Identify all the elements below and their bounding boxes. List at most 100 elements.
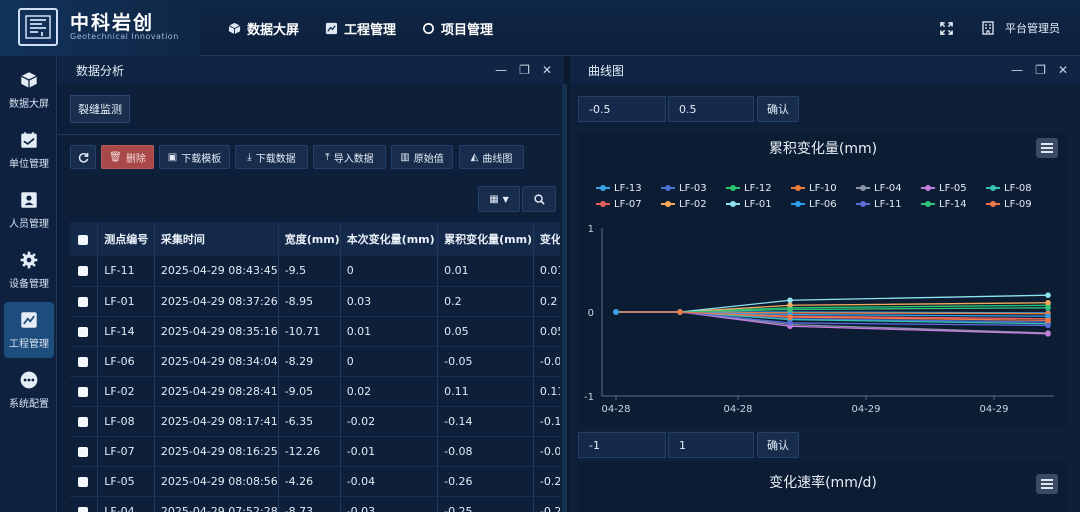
nav-item-data-screen[interactable]: 数据大屏 (228, 19, 299, 38)
row-checkbox[interactable] (70, 436, 99, 467)
nav-item-item-mgmt[interactable]: 项目管理 (422, 19, 493, 38)
curve-chart-button[interactable]: ◭ 曲线图 (459, 145, 524, 169)
top-header: 中科岩创 Geotechnical Innovation 数据大屏 工程管理 项… (0, 0, 1080, 56)
table-cell: 0.2 (437, 286, 534, 317)
download-template-button[interactable]: ▣ 下载模板 (159, 145, 230, 169)
row-checkbox[interactable] (70, 316, 99, 347)
download-data-label: 下载数据 (255, 153, 296, 165)
sidebar-item-device-mgmt[interactable]: 设备管理 (4, 242, 54, 298)
range-max-input[interactable]: 0.5 (668, 96, 754, 122)
col-header[interactable]: 变化 (533, 222, 560, 256)
download-icon: ⤓ (247, 151, 252, 163)
row-checkbox[interactable] (70, 466, 99, 497)
sidebar-item-project-mgmt[interactable]: 工程管理 (4, 302, 54, 358)
table-row[interactable]: LF-02 2025-04-29 08:28:41 -9.05 0.02 0.11 0.1… (70, 376, 560, 407)
table-cell: 0.11 (437, 376, 534, 407)
minimize-icon[interactable]: — (495, 63, 507, 77)
table-row[interactable]: LF-07 2025-04-29 08:16:25 -12.26 -0.01 -0.08… (70, 436, 560, 467)
table-cell: -0.05 (437, 346, 534, 377)
panel-title: 数据分析 — ❐ ✕ (58, 56, 564, 84)
data-point (1045, 317, 1051, 324)
table-cell: 0.02 (340, 376, 439, 407)
table-row[interactable]: LF-05 2025-04-29 08:08:56 -4.26 -0.04 -0.26-… (70, 466, 560, 497)
table-cell: 0 (340, 346, 439, 377)
select-all-checkbox[interactable] (70, 222, 99, 256)
table-cell: LF-04 (97, 496, 155, 512)
user-name: 平台管理员 (1005, 22, 1060, 35)
table-cell: -6.35 (278, 406, 341, 437)
range-min-input[interactable]: -0.5 (578, 96, 666, 122)
table-cell: 0.05 (533, 316, 560, 347)
row-checkbox[interactable] (70, 406, 99, 437)
data-point (787, 297, 793, 304)
table-cell: LF-11 (97, 256, 155, 287)
row-checkbox[interactable] (70, 286, 99, 317)
curve-chart-label: 曲线图 (482, 153, 513, 165)
table-cell: -0.26 (437, 466, 534, 497)
table-cell: 0.05 (437, 316, 534, 347)
columns-toggle-button[interactable]: ▦ ▼ (478, 186, 520, 212)
raw-values-button[interactable]: ▥ 原始值 (391, 145, 453, 169)
table-cell: 0.2 (533, 286, 560, 317)
table-cell: -9.05 (278, 376, 341, 407)
sidebar-item-data-screen[interactable]: 数据大屏 (4, 62, 54, 118)
nav-label: 数据大屏 (247, 22, 300, 38)
col-header[interactable]: 测点编号 (97, 222, 155, 256)
download-data-button[interactable]: ⤓ 下载数据 (235, 145, 308, 169)
fullscreen-icon[interactable] (940, 21, 953, 35)
table-cell: LF-06 (97, 346, 155, 377)
scrollbar[interactable] (562, 84, 567, 512)
table-row[interactable]: LF-04 2025-04-29 07:52:28 -8.73 -0.03 -0.25-… (70, 496, 560, 512)
maximize-icon[interactable]: ❐ (1035, 63, 1046, 77)
table-row[interactable]: LF-01 2025-04-29 08:37:26 -8.95 0.03 0.2 0.2 (70, 286, 560, 317)
table-row[interactable]: LF-06 2025-04-29 08:34:04 -8.29 0 -0.05 -0.0 (70, 346, 560, 377)
download-template-label: 下载模板 (181, 153, 222, 165)
range2-max-input[interactable]: 1 (668, 432, 754, 458)
building-icon (982, 21, 994, 35)
minimize-icon[interactable]: — (1011, 63, 1023, 77)
sidebar-item-unit-mgmt[interactable]: 单位管理 (4, 122, 54, 178)
range2-min-input[interactable]: -1 (578, 432, 666, 458)
person-card-icon (21, 191, 37, 208)
chart-svg: 1 0 -1 04-28 04-28 04-29 04-29 (584, 224, 1054, 415)
user-menu[interactable]: 平台管理员 (981, 20, 1060, 36)
trash-icon: 🗑 (109, 151, 122, 163)
search-button[interactable] (522, 186, 556, 212)
close-icon[interactable]: ✕ (1058, 63, 1068, 77)
refresh-button[interactable] (70, 145, 96, 169)
circle-icon (423, 22, 435, 34)
table-row[interactable]: LF-14 2025-04-29 08:35:16 -10.71 0.01 0.05 0.… (70, 316, 560, 347)
row-checkbox[interactable] (70, 496, 99, 512)
nav-item-project-mgmt[interactable]: 工程管理 (325, 19, 396, 38)
import-data-button[interactable]: ⤒ 导入数据 (313, 145, 386, 169)
grid-icon: ▦ (489, 193, 499, 205)
maximize-icon[interactable]: ❐ (519, 63, 530, 77)
row-checkbox[interactable] (70, 376, 99, 407)
data-point (1045, 331, 1051, 337)
data-point (787, 320, 793, 326)
table-cell: -9.5 (278, 256, 341, 287)
confirm-button[interactable]: 确认 (757, 96, 799, 122)
tab-crack-monitoring[interactable]: 裂缝监测 (70, 95, 130, 123)
confirm-button-2[interactable]: 确认 (757, 432, 799, 458)
table-row[interactable]: LF-08 2025-04-29 08:17:41 -6.35 -0.02 -0.14-… (70, 406, 560, 437)
gear-icon (20, 251, 38, 268)
file-icon: ▣ (167, 151, 178, 163)
row-checkbox[interactable] (70, 346, 99, 377)
col-header[interactable]: 宽度(mm) (278, 222, 341, 256)
col-header[interactable]: 采集时间 (154, 222, 279, 256)
delete-button[interactable]: 🗑 删除 (101, 145, 154, 169)
table-row[interactable]: LF-112025-04-29 08:43:45-9.500.010.01 (70, 256, 560, 287)
table-cell: -10.71 (278, 316, 341, 347)
sidebar-item-system-config[interactable]: 系统配置 (4, 362, 54, 418)
logo-title: 中科岩创 (70, 12, 155, 34)
data-point (787, 314, 793, 320)
table-cell: -0.0 (533, 346, 560, 377)
row-checkbox[interactable] (70, 256, 99, 287)
col-header[interactable]: 累积变化量(mm) (437, 222, 534, 256)
col-header[interactable]: 本次变化量(mm) (340, 222, 439, 256)
table-cell: 0.03 (340, 286, 439, 317)
rate-chart-menu-button[interactable] (1036, 474, 1058, 494)
close-icon[interactable]: ✕ (542, 63, 552, 77)
sidebar-item-people-mgmt[interactable]: 人员管理 (4, 182, 54, 238)
